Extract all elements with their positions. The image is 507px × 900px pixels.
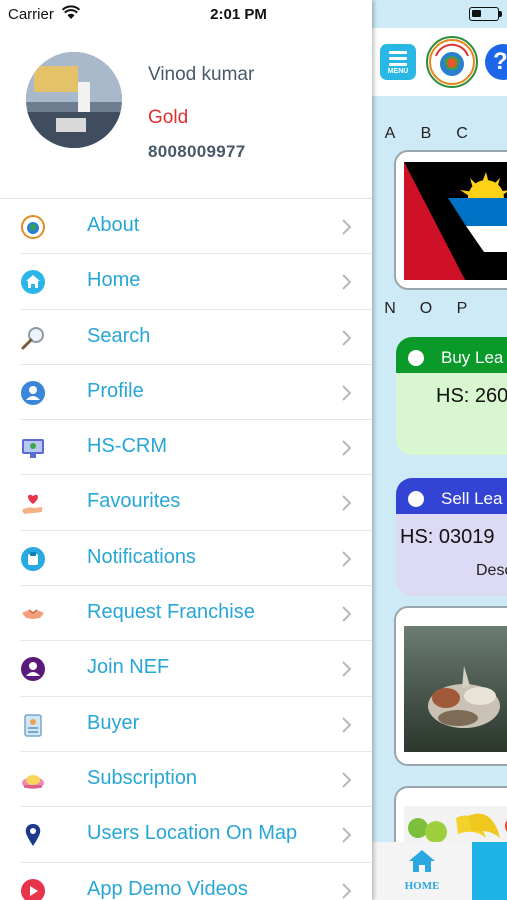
chevron-right-icon xyxy=(342,716,352,733)
profile-name: Vinod kumar xyxy=(148,64,255,85)
menu-item-hs-crm[interactable]: HS-CRM xyxy=(0,420,372,476)
profile-icon xyxy=(21,380,45,405)
drawer-menu: About Home Search Profile HS-CRM Favouri… xyxy=(0,199,372,900)
tab-home-label: HOME xyxy=(404,880,440,892)
chevron-right-icon xyxy=(342,219,352,235)
status-bar: Carrier 2:01 PM xyxy=(0,0,507,28)
buy-lead-card[interactable]: Buy Lea HS: 260 xyxy=(396,337,507,455)
avatar[interactable] xyxy=(26,52,122,148)
country-flag-card[interactable] xyxy=(394,150,507,290)
profile-header: Vinod kumar Gold 8008009977 xyxy=(0,28,372,199)
menu-item-buyer[interactable]: Buyer xyxy=(0,697,372,752)
notification-icon xyxy=(21,546,45,571)
top-bar: MENU ? xyxy=(372,28,507,96)
menu-item-users-location-on-map[interactable]: Users Location On Map xyxy=(0,807,372,863)
chevron-right-icon xyxy=(342,440,352,456)
menu-item-label: Users Location On Map xyxy=(87,822,298,845)
join-user-icon xyxy=(21,657,45,682)
menu-item-label: Profile xyxy=(87,379,144,402)
animals-photo-card[interactable] xyxy=(394,606,507,766)
menu-item-label: HS-CRM xyxy=(87,435,167,458)
menu-item-home[interactable]: Home xyxy=(0,254,372,310)
wifi-icon xyxy=(62,5,80,19)
menu-item-notifications[interactable]: Notifications xyxy=(0,531,372,587)
buy-lead-title: Buy Lea xyxy=(441,348,504,367)
home-icon xyxy=(21,270,45,295)
menu-item-about[interactable]: About xyxy=(0,199,372,255)
menu-item-label: App Demo Videos xyxy=(87,877,248,900)
menu-button[interactable]: MENU xyxy=(380,44,416,80)
search-icon xyxy=(21,326,44,350)
profile-phone: 8008009977 xyxy=(148,142,246,161)
menu-item-label: Search xyxy=(87,324,151,347)
subscription-icon xyxy=(22,774,44,789)
chevron-right-icon xyxy=(342,827,352,843)
letter-p[interactable]: P xyxy=(444,300,480,318)
menu-item-label: Request Franchise xyxy=(87,601,255,624)
letter-c[interactable]: C xyxy=(444,125,480,143)
menu-item-profile[interactable]: Profile xyxy=(0,365,372,421)
crm-monitor-icon xyxy=(22,439,44,459)
letter-b[interactable]: B xyxy=(408,125,444,143)
letter-o[interactable]: O xyxy=(408,300,444,318)
letter-a[interactable]: A xyxy=(372,125,408,143)
menu-item-label: Favourites xyxy=(87,490,181,513)
chevron-right-icon xyxy=(342,661,352,678)
play-icon xyxy=(21,878,45,900)
navigation-drawer: Vinod kumar Gold 8008009977 About Home S… xyxy=(0,0,372,900)
tab-home[interactable]: HOME xyxy=(372,842,472,900)
chevron-right-icon xyxy=(342,882,352,899)
main-content: MENU ? ABC NOP Buy Lea HS: 260 Sell Lea … xyxy=(372,0,507,900)
sell-lead-hs: HS: 03019 xyxy=(400,526,495,548)
menu-item-search[interactable]: Search xyxy=(0,310,372,365)
radio-icon xyxy=(408,350,424,366)
heart-hand-icon xyxy=(22,495,42,515)
letter-n[interactable]: N xyxy=(372,300,408,318)
tab-next[interactable] xyxy=(472,842,507,900)
sell-lead-desc: Desc : xyxy=(476,562,507,579)
menu-item-join-nef[interactable]: Join NEF xyxy=(0,641,372,697)
chevron-right-icon xyxy=(342,772,352,788)
handshake-icon xyxy=(22,609,44,620)
buyer-id-icon xyxy=(24,713,42,737)
animals-image xyxy=(404,626,507,752)
app-logo xyxy=(426,36,478,88)
chevron-right-icon xyxy=(342,551,352,567)
bottom-tab-bar: HOME xyxy=(372,842,507,900)
carrier-label: Carrier xyxy=(8,6,54,23)
map-pin-icon xyxy=(25,824,41,847)
chevron-right-icon xyxy=(342,385,352,401)
antigua-flag-image xyxy=(404,162,507,280)
membership-tier: Gold xyxy=(148,107,189,128)
sell-lead-title: Sell Lea xyxy=(441,489,503,508)
help-button[interactable]: ? xyxy=(485,44,507,80)
menu-item-request-franchise[interactable]: Request Franchise xyxy=(0,586,372,642)
chevron-right-icon xyxy=(342,495,352,512)
chevron-right-icon xyxy=(342,606,352,622)
menu-button-label: MENU xyxy=(387,68,409,75)
chevron-right-icon xyxy=(342,274,352,291)
alphabet-row-bottom: NOP xyxy=(372,300,480,318)
chevron-right-icon xyxy=(342,329,352,346)
alphabet-row-top: ABC xyxy=(372,125,480,143)
menu-item-label: About xyxy=(87,214,140,236)
radio-icon xyxy=(408,491,424,507)
menu-item-app-demo-videos[interactable]: App Demo Videos xyxy=(0,863,372,900)
menu-item-label: Home xyxy=(87,269,141,292)
home-tab-icon xyxy=(409,850,435,872)
sell-lead-card[interactable]: Sell Lea HS: 03019 Desc : xyxy=(396,478,507,596)
menu-item-label: Notifications xyxy=(87,545,196,568)
menu-item-label: Join NEF xyxy=(87,656,170,679)
menu-item-favourites[interactable]: Favourites xyxy=(0,475,372,531)
battery-icon xyxy=(469,7,499,21)
about-icon xyxy=(21,215,45,239)
menu-item-subscription[interactable]: Subscription xyxy=(0,752,372,808)
buy-lead-hs: HS: 260 xyxy=(436,385,507,407)
menu-item-label: Buyer xyxy=(87,711,140,734)
menu-item-label: Subscription xyxy=(87,766,198,789)
